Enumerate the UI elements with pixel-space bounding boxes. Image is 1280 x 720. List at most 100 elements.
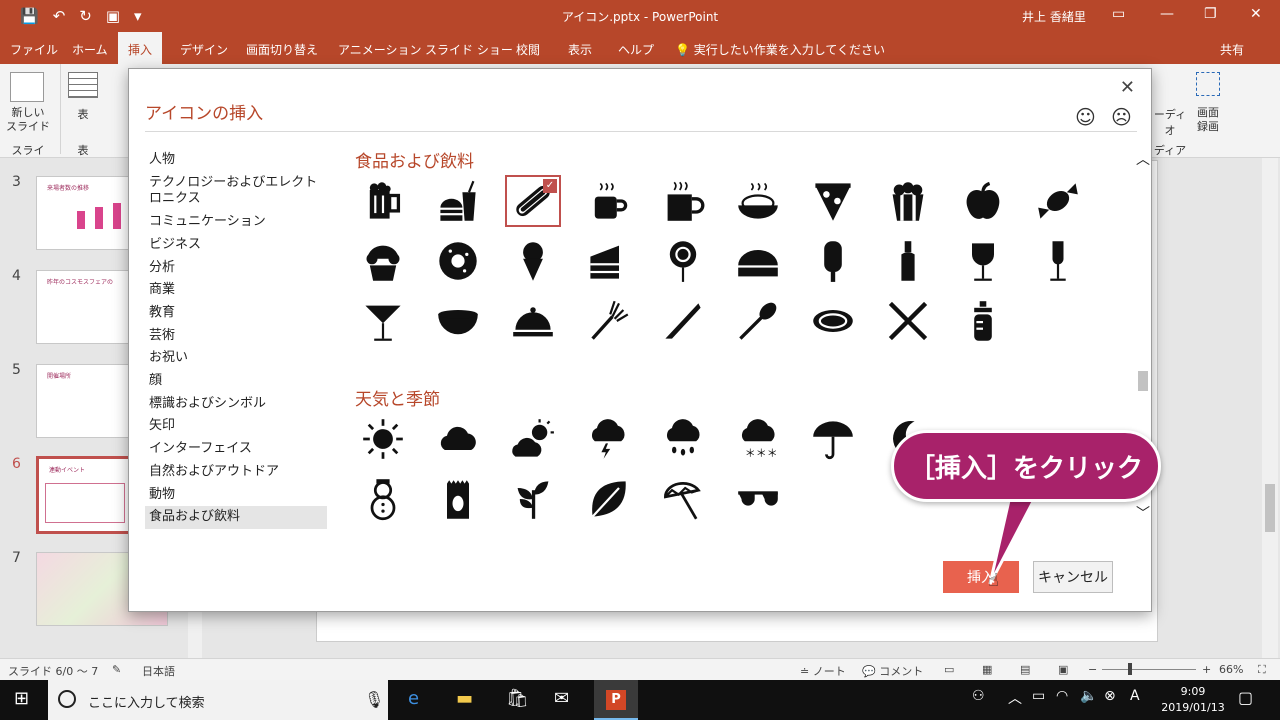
cancel-button[interactable]: キャンセル	[1033, 561, 1113, 593]
category-item[interactable]: インターフェイス	[145, 438, 327, 461]
language-indicator[interactable]: 日本語	[142, 663, 175, 679]
dialog-close-icon[interactable]: ✕	[1120, 77, 1135, 98]
tab-animations[interactable]: アニメーション	[338, 41, 422, 58]
category-item[interactable]: 顔	[145, 370, 327, 393]
cupcake-icon[interactable]	[355, 235, 411, 287]
apple-icon[interactable]	[955, 175, 1011, 227]
table-button[interactable]: 表	[68, 106, 98, 122]
baby-bottle-icon[interactable]	[955, 295, 1011, 347]
coffee-cup-icon[interactable]	[580, 175, 636, 227]
scroll-up-icon[interactable]: ︿	[1136, 149, 1150, 169]
leaf-icon[interactable]	[580, 473, 636, 525]
bottle-icon[interactable]	[880, 235, 936, 287]
tell-me-search[interactable]: 💡 実行したい作業を入力してください	[675, 41, 885, 58]
knife-icon[interactable]	[655, 295, 711, 347]
show-hidden-icons[interactable]: ︿	[1008, 688, 1022, 708]
ice-cream-cone-icon[interactable]	[505, 235, 561, 287]
tab-slideshow[interactable]: スライド ショー	[425, 41, 513, 58]
tab-design[interactable]: デザイン	[180, 41, 228, 58]
smile-feedback-icon[interactable]: ☺	[1075, 105, 1096, 129]
powerpoint-taskbar-button[interactable]: P	[594, 680, 638, 720]
editor-scrollbar[interactable]	[1262, 158, 1278, 658]
serving-dish-icon[interactable]	[505, 295, 561, 347]
lollipop-icon[interactable]	[655, 235, 711, 287]
people-icon[interactable]: ⚇	[972, 688, 985, 704]
pie-icon[interactable]	[730, 235, 786, 287]
fit-to-window-icon[interactable]: ⛶	[1258, 663, 1266, 677]
minimize-button[interactable]: —	[1160, 6, 1174, 22]
donut-icon[interactable]	[430, 235, 486, 287]
fork-and-knife-icon[interactable]	[880, 295, 936, 347]
category-item[interactable]: 矢印	[145, 415, 327, 438]
wine-glass-icon[interactable]	[955, 235, 1011, 287]
seed-packet-icon[interactable]	[430, 473, 486, 525]
cocktail-icon[interactable]	[355, 295, 411, 347]
plate-icon[interactable]	[805, 295, 861, 347]
candy-icon[interactable]	[1030, 175, 1086, 227]
category-item[interactable]: 標識およびシンボル	[145, 393, 327, 416]
cake-slice-icon[interactable]	[580, 235, 636, 287]
tab-insert[interactable]: 挿入	[118, 32, 163, 64]
bowl-icon[interactable]	[430, 295, 486, 347]
store-icon[interactable]: 🛍	[506, 688, 529, 709]
rain-icon[interactable]	[655, 413, 711, 465]
tab-review[interactable]: 校閲	[516, 41, 540, 58]
category-item[interactable]: ビジネス	[145, 234, 327, 257]
user-name[interactable]: 井上 香緒里	[1022, 8, 1086, 25]
hot-dog-icon-selected[interactable]: ✓	[505, 175, 561, 227]
restore-button[interactable]: ❐	[1204, 6, 1217, 22]
normal-view-icon[interactable]: ▭	[944, 663, 954, 676]
editor-scrollbar-thumb[interactable]	[1265, 484, 1275, 532]
mail-icon[interactable]: ✉	[554, 688, 569, 709]
table-icon[interactable]	[68, 72, 98, 98]
category-item[interactable]: コミュニケーション	[145, 211, 327, 234]
fork-icon[interactable]	[580, 295, 636, 347]
audio-button-partial[interactable]: ーディオ	[1150, 106, 1190, 138]
zoom-slider-thumb[interactable]	[1128, 663, 1132, 675]
slide-thumbnail-selected[interactable]: 連動イベント	[36, 456, 132, 534]
sunglasses-icon[interactable]	[730, 473, 786, 525]
slideshow-view-icon[interactable]: ▣	[1058, 663, 1068, 676]
zoom-out-button[interactable]: −	[1088, 663, 1097, 676]
taskbar-clock[interactable]: 9:09 2019/01/13	[1158, 684, 1228, 716]
file-explorer-icon[interactable]: ▬	[456, 688, 473, 709]
snow-cloud-icon[interactable]: ＊＊＊	[730, 413, 786, 465]
category-item[interactable]: 人物	[145, 149, 327, 172]
volume-icon[interactable]: 🔈	[1080, 688, 1097, 704]
sun-icon[interactable]	[355, 413, 411, 465]
taskbar-search-box[interactable]: ここに入力して検索 🎙	[48, 680, 388, 720]
category-item[interactable]: 芸術	[145, 325, 327, 348]
zoom-slider-track[interactable]	[1102, 669, 1196, 670]
battery-icon[interactable]: ▭	[1032, 688, 1045, 704]
category-item[interactable]: 分析	[145, 257, 327, 280]
microphone-icon[interactable]: 🎙	[364, 690, 384, 709]
edge-icon[interactable]: e	[408, 688, 419, 709]
icon-gallery-scroll-thumb[interactable]	[1138, 371, 1148, 391]
no-connection-icon[interactable]: ⊗	[1104, 688, 1116, 704]
spelling-icon[interactable]: ✎	[112, 663, 121, 676]
beach-umbrella-icon[interactable]	[655, 473, 711, 525]
new-slide-button[interactable]: 新しい スライド	[4, 106, 52, 134]
category-item-selected[interactable]: 食品および飲料	[145, 506, 327, 529]
hot-mug-icon[interactable]	[655, 175, 711, 227]
tab-file[interactable]: ファイル	[10, 41, 58, 58]
share-button[interactable]: 共有	[1220, 41, 1244, 58]
reading-view-icon[interactable]: ▤	[1020, 663, 1030, 676]
thunderstorm-icon[interactable]	[580, 413, 636, 465]
tab-help[interactable]: ヘルプ	[618, 41, 654, 58]
umbrella-icon[interactable]	[805, 413, 861, 465]
comments-button[interactable]: 💬 コメント	[862, 663, 923, 679]
ime-icon[interactable]: A	[1130, 688, 1140, 704]
screen-recording-icon[interactable]	[1196, 72, 1220, 96]
screen-recording-button[interactable]: 画面 録画	[1190, 106, 1226, 134]
notification-center-icon[interactable]: ▢	[1238, 688, 1253, 707]
insert-button[interactable]: 挿入	[943, 561, 1019, 593]
pasta-bowl-icon[interactable]	[730, 175, 786, 227]
frown-feedback-icon[interactable]: ☹	[1111, 105, 1132, 129]
popcorn-icon[interactable]	[880, 175, 936, 227]
fast-food-icon[interactable]	[430, 175, 486, 227]
slide-sorter-icon[interactable]: ▦	[982, 663, 992, 676]
category-item[interactable]: 教育	[145, 302, 327, 325]
pizza-slice-icon[interactable]	[805, 175, 861, 227]
category-item[interactable]: お祝い	[145, 347, 327, 370]
